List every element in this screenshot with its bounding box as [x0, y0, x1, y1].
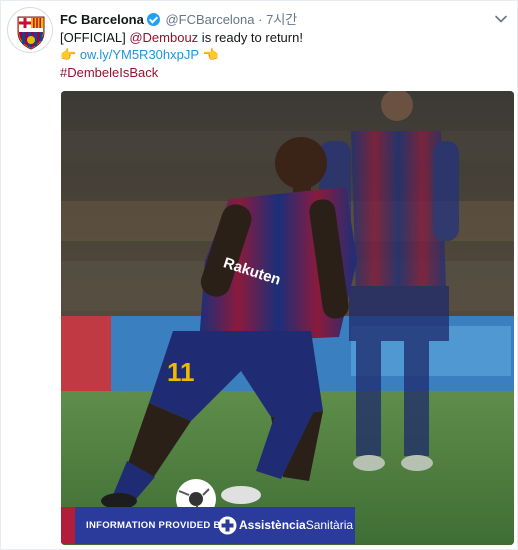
- sponsor-banner: INFORMATION PROVIDED BY AssistènciaSanit…: [61, 507, 355, 544]
- tweet-card[interactable]: FC Barcelona @FCBarcelona · 7시간 [OFFICIA…: [0, 0, 518, 550]
- banner-brand-regular: Sanitària: [305, 518, 354, 532]
- tweet-hashtag-line: #DembeleIsBack: [60, 64, 158, 82]
- banner-stripe: [61, 507, 75, 544]
- url-link[interactable]: ow.ly/YM5R30hxpJP: [80, 47, 199, 62]
- tweet-header: FC Barcelona @FCBarcelona · 7시간: [60, 11, 487, 29]
- tweet-media-photo[interactable]: 11 Rakuten INFORMATION PROVIDED BY Assis…: [61, 91, 514, 545]
- medical-cross-icon: [218, 516, 237, 535]
- separator: ·: [258, 12, 263, 27]
- banner-text: INFORMATION PROVIDED BY: [86, 520, 228, 531]
- banner-brand-bold: Assistència: [239, 518, 306, 532]
- player-photo: 11 Rakuten: [61, 91, 514, 545]
- pointing-left-emoji-icon: 👈: [202, 47, 219, 62]
- tweet-text: [OFFICIAL] @Dembouz is ready to return!: [60, 29, 303, 47]
- tweet-text-suffix: is ready to return!: [198, 30, 303, 45]
- tweet-link-line: 👉 ow.ly/YM5R30hxpJP 👈: [60, 46, 219, 64]
- fc-barcelona-crest-icon: [9, 9, 52, 52]
- pointing-right-emoji-icon: 👉: [60, 47, 77, 62]
- hashtag-link[interactable]: #DembeleIsBack: [60, 65, 158, 80]
- banner-brand: AssistènciaSanitària: [239, 507, 353, 544]
- avatar[interactable]: [7, 7, 53, 53]
- timestamp[interactable]: 7시간: [266, 12, 297, 27]
- user-handle[interactable]: @FCBarcelona: [165, 12, 254, 27]
- player-number: 11: [167, 357, 195, 387]
- chevron-down-icon[interactable]: [493, 11, 509, 27]
- tweet-text-prefix: [OFFICIAL]: [60, 30, 130, 45]
- mention-link[interactable]: @Dembouz: [129, 30, 198, 45]
- display-name[interactable]: FC Barcelona: [60, 12, 144, 27]
- verified-badge-icon: [146, 13, 160, 26]
